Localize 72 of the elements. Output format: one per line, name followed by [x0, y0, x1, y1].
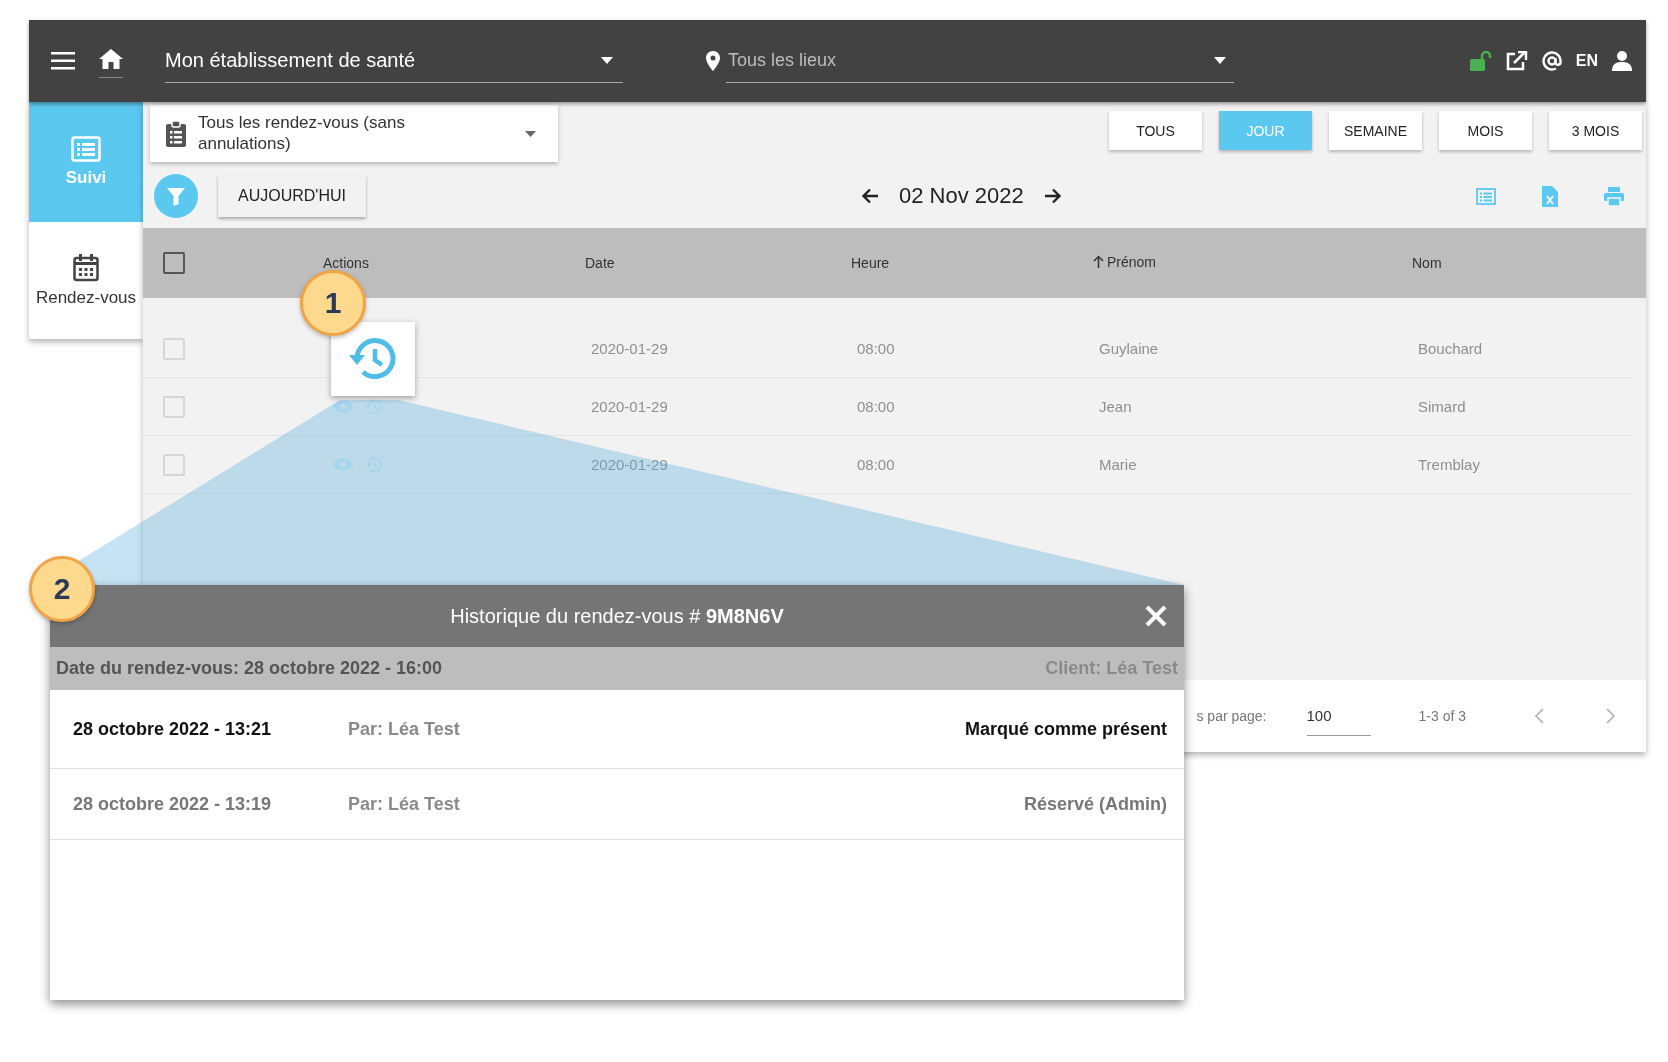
caret-icon — [601, 57, 613, 64]
next-page-icon[interactable] — [1606, 708, 1616, 724]
view-button[interactable]: SEMAINE — [1329, 111, 1422, 150]
entry-action: Marqué comme présent — [964, 718, 1167, 740]
row-checkbox[interactable] — [163, 337, 185, 360]
print-icon[interactable] — [1604, 186, 1624, 206]
previous-page-icon[interactable] — [1534, 708, 1544, 724]
entry-author: Par: Léa Test — [348, 793, 460, 815]
select-all-checkbox[interactable] — [163, 252, 185, 274]
location-select[interactable]: Tous les lieux — [726, 49, 1214, 72]
date-cell-text: 2020-01-29 — [590, 339, 668, 357]
view-button[interactable]: TOUS — [1109, 111, 1202, 150]
external-link-icon[interactable] — [1505, 51, 1528, 71]
establishment-select[interactable]: Mon établissement de santé — [165, 39, 623, 83]
next-arrow-icon[interactable] — [1043, 188, 1062, 204]
user-icon[interactable] — [1612, 51, 1632, 71]
page-range: 1-3 of 3 — [1418, 708, 1466, 724]
history-button-highlight[interactable] — [331, 322, 415, 396]
appointment-date: Date du rendez-vous: 28 octobre 2022 - 16:00 — [56, 658, 443, 679]
first-name-cell-text: Jean — [1098, 397, 1132, 415]
column-header[interactable]: Prénom — [1093, 253, 1157, 270]
time-cell-text: 08:00 — [856, 455, 895, 473]
row-checkbox[interactable] — [163, 453, 185, 476]
row-checkbox[interactable] — [163, 395, 185, 418]
menu-icon[interactable] — [51, 52, 75, 70]
last-name-cell-text: Tremblay — [1417, 455, 1480, 473]
step-callout: 2 — [29, 556, 95, 622]
first-name-cell-text: Marie — [1098, 455, 1137, 473]
language-toggle[interactable]: EN — [1575, 52, 1598, 70]
filter-button[interactable] — [154, 174, 198, 218]
today-button[interactable]: AUJOURD'HUI — [218, 175, 366, 217]
previous-arrow-icon[interactable] — [861, 188, 879, 204]
history-icon[interactable] — [365, 455, 383, 474]
history-icon[interactable] — [365, 397, 383, 416]
location-pin-icon — [706, 51, 720, 71]
entry-action: Réservé (Admin) — [1023, 793, 1167, 815]
entry-time: 28 octobre 2022 - 13:19 — [73, 793, 273, 815]
sort-ascending-icon — [1093, 255, 1104, 269]
view-button[interactable]: 3 MOIS — [1549, 111, 1642, 150]
calendar-icon — [73, 253, 99, 282]
time-cell-text: 08:00 — [856, 339, 895, 357]
list-icon — [71, 136, 101, 162]
view-eye-icon[interactable] — [333, 400, 353, 413]
at-sign-icon[interactable] — [1541, 51, 1562, 71]
close-icon[interactable] — [1145, 605, 1167, 627]
dialog-title: Historique du rendez-vous # 9M8N6V — [450, 604, 784, 628]
rows-per-page-select[interactable]: 100 — [1306, 696, 1371, 736]
time-cell-text: 08:00 — [856, 397, 895, 415]
date-cell-text: 2020-01-29 — [590, 455, 668, 473]
column-header[interactable]: Actions — [323, 255, 369, 271]
view-button[interactable]: MOIS — [1439, 111, 1532, 150]
list-view-icon[interactable] — [1476, 187, 1496, 205]
caret-icon — [525, 130, 536, 137]
column-header[interactable]: Date — [585, 255, 615, 271]
excel-file-icon[interactable] — [1542, 185, 1558, 207]
current-date: 02 Nov 2022 — [899, 183, 1024, 209]
unlocked-lock-icon[interactable] — [1469, 51, 1492, 71]
view-eye-icon[interactable] — [333, 458, 353, 471]
entry-author: Par: Léa Test — [348, 718, 460, 740]
sidebar-item[interactable]: Rendez-vous — [29, 222, 143, 339]
rows-per-page-label: s par page: — [1196, 708, 1267, 724]
home-icon[interactable] — [99, 48, 123, 69]
caret-icon — [1214, 57, 1226, 64]
column-header[interactable]: Heure — [851, 255, 890, 271]
column-header[interactable]: Nom — [1412, 255, 1442, 271]
appointment-filter-select[interactable]: Tous les rendez-vous (sans annulations) — [150, 105, 558, 162]
first-name-cell-text: Guylaine — [1098, 339, 1159, 357]
clipboard-icon — [166, 120, 186, 147]
last-name-cell-text: Simard — [1417, 397, 1466, 415]
last-name-cell-text: Bouchard — [1417, 339, 1483, 357]
date-cell-text: 2020-01-29 — [590, 397, 668, 415]
entry-time: 28 octobre 2022 - 13:21 — [73, 718, 273, 740]
